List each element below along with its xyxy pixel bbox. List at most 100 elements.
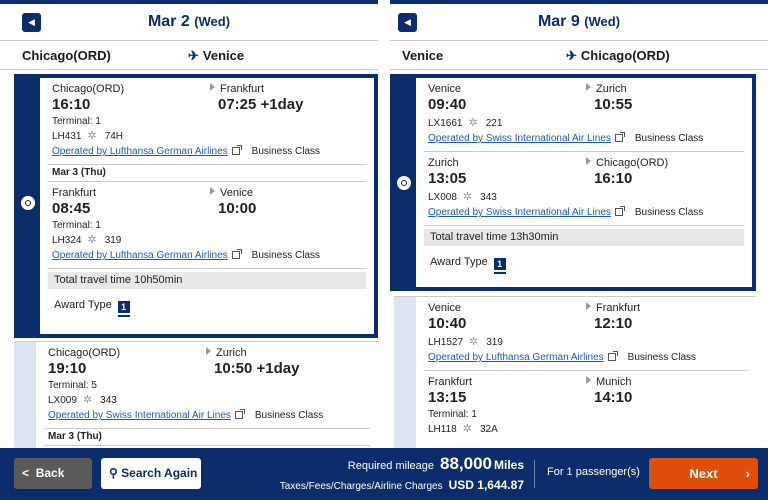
option-segments: Venice Frankfurt 10:40 12:10 LH1527 ✲ 319 Op… <box>416 297 756 443</box>
flight-info: LH324 ✲ 319 <box>52 234 122 246</box>
prev-date-button[interactable]: ◀ <box>398 13 417 32</box>
route-origin: Venice <box>402 48 444 63</box>
flight-segment: Zurich Chicago(ORD) 13:05 16:10 LX008 ✲ 343 … <box>424 152 744 226</box>
arrow-icon <box>586 302 591 310</box>
operator-link[interactable]: Operated by Swiss International Air Line… <box>48 410 231 421</box>
arrow-icon <box>586 83 591 91</box>
prev-date-button[interactable]: ◀ <box>22 13 41 32</box>
booking-footer: < Back ⚲ Search Again Required mileage 88… <box>0 448 768 500</box>
outbound-column: ◀ Mar 2 (Wed) ▶ Chicago(ORD) ✈Venice Chi… <box>0 0 378 448</box>
flight-option[interactable]: Venice Frankfurt 10:40 12:10 LH1527 ✲ 319 Op… <box>394 296 756 448</box>
arrow-icon <box>206 347 211 355</box>
award-type-badge: 1 <box>493 258 506 272</box>
search-icon: ⚲ <box>109 466 118 480</box>
star-alliance-icon: ✲ <box>462 423 472 435</box>
terminal: Terminal: 1 <box>428 409 477 420</box>
flight-info: LH118 ✲ 32A <box>428 423 498 435</box>
flight-option-selected[interactable]: Venice Zurich 09:40 10:55 LX1661 ✲ 221 Opera… <box>390 74 756 291</box>
option-segments: Chicago(ORD) Frankfurt 16:10 07:25 +1day T… <box>40 78 374 322</box>
departure-time: 08:45 <box>52 200 91 217</box>
next-button[interactable]: Next › <box>649 458 758 489</box>
return-date: Mar 9 (Wed) <box>537 13 621 30</box>
departure-time: 19:10 <box>48 360 87 377</box>
flight-option-selected[interactable]: Chicago(ORD) Frankfurt 16:10 07:25 +1day T… <box>14 74 378 338</box>
flight-segment: Venice Zurich 09:40 10:55 LX1661 ✲ 221 Opera… <box>424 78 744 152</box>
cabin-class: Business Class <box>627 352 697 363</box>
cabin-class: Business Class <box>251 146 321 157</box>
terminal: Terminal: 5 <box>48 380 97 391</box>
arrival-time: 10:55 <box>594 96 633 113</box>
departure-time: 09:40 <box>428 96 467 113</box>
cabin-class: Business Class <box>251 250 321 261</box>
cabin-class: Business Class <box>254 410 324 421</box>
total-travel-time: Total travel time 10h50min <box>48 272 366 289</box>
terminal: Terminal: 1 <box>52 220 101 231</box>
departure-time: 13:15 <box>428 389 467 406</box>
arrival-time: 10:50 +1day <box>214 360 300 377</box>
return-route: Venice ✈ Chicago(ORD) <box>390 40 768 70</box>
chevron-right-icon: › <box>745 466 750 481</box>
search-again-button[interactable]: ⚲ Search Again <box>101 458 201 489</box>
arrival-city: Chicago(ORD) <box>586 156 668 170</box>
flight-option[interactable]: Chicago(ORD) Zurich 19:10 10:50 +1day Term… <box>14 341 378 448</box>
arrival-time: 12:10 <box>594 315 633 332</box>
taxes-fees: Taxes/Fees/Charges/Airline Charges USD 1,… <box>279 478 524 492</box>
chevron-left-icon: < <box>22 466 30 480</box>
flight-info: LX008 ✲ 343 <box>428 191 497 203</box>
departure-city: Frankfurt <box>52 187 97 199</box>
flight-segment: Chicago(ORD) Frankfurt 16:10 07:25 +1day T… <box>48 78 366 165</box>
departure-time: 10:40 <box>428 315 467 332</box>
return-date-bar: ◀ Mar 9 (Wed) ▶ <box>390 6 768 38</box>
required-mileage: Required mileage 88,000 Miles <box>347 454 524 473</box>
award-type-badge: 1 <box>117 301 130 315</box>
flight-segment: Chicago(ORD) Zurich 19:10 10:50 +1day Term… <box>44 342 370 429</box>
operator-link[interactable]: Operated by Swiss International Air Line… <box>428 133 611 144</box>
operator-link[interactable]: Operated by Lufthansa German Airlines <box>52 146 228 157</box>
plane-icon: ✈ <box>188 48 199 63</box>
operator-link[interactable]: Operated by Swiss International Air Line… <box>428 207 611 218</box>
departure-city: Chicago(ORD) <box>52 83 125 95</box>
external-link-icon <box>607 351 618 361</box>
option-segments: Chicago(ORD) Zurich 19:10 10:50 +1day Term… <box>36 342 378 446</box>
back-button[interactable]: < Back <box>14 458 92 489</box>
outbound-date: Mar 2 (Wed) <box>147 13 231 30</box>
operator-link[interactable]: Operated by Lufthansa German Airlines <box>428 352 604 363</box>
arrival-city: Zurich <box>206 346 247 360</box>
departure-city: Venice <box>428 302 462 314</box>
departure-city: Frankfurt <box>428 376 473 388</box>
arrival-city: Frankfurt <box>586 301 640 315</box>
option-rail <box>14 342 36 448</box>
route-destination: ✈ Venice <box>188 48 245 63</box>
terminal: Terminal: 1 <box>52 116 101 127</box>
option-radio-selected[interactable] <box>397 176 411 190</box>
departure-city: Zurich <box>428 157 459 169</box>
operator-link[interactable]: Operated by Lufthansa German Airlines <box>52 250 228 261</box>
cabin-class: Business Class <box>634 207 704 218</box>
option-rail <box>394 297 416 448</box>
flight-info: LX009 ✲ 343 <box>48 394 117 406</box>
footer-divider <box>534 460 535 488</box>
arrow-icon <box>586 376 591 384</box>
total-travel-time: Total travel time 13h30min <box>424 229 744 246</box>
star-alliance-icon: ✲ <box>87 130 97 142</box>
flight-segment: Frankfurt Munich 13:15 14:10 Terminal: 1 L… <box>424 371 748 443</box>
outbound-date-bar: ◀ Mar 2 (Wed) ▶ <box>0 6 378 38</box>
option-radio-selected[interactable] <box>21 196 35 210</box>
flight-segment: Frankfurt Venice 08:45 10:00 Terminal: 1 L… <box>48 182 366 269</box>
segment-date-header: Mar 3 (Thu) <box>44 429 370 446</box>
cabin-class: Business Class <box>634 133 704 144</box>
option-rail <box>394 78 416 287</box>
flight-info: LH431 ✲ 74H <box>52 130 124 142</box>
plane-icon: ✈ <box>566 48 577 63</box>
departure-time: 13:05 <box>428 170 467 187</box>
segment-date-header: Mar 3 (Thu) <box>48 165 366 182</box>
arrival-time: 10:00 <box>218 200 257 217</box>
option-rail <box>18 78 40 334</box>
arrow-icon <box>586 157 591 165</box>
arrow-icon <box>210 83 215 91</box>
taxes-value: USD 1,644.87 <box>448 478 524 492</box>
star-alliance-icon: ✲ <box>469 336 479 348</box>
external-link-icon <box>231 145 242 155</box>
option-segments: Venice Zurich 09:40 10:55 LX1661 ✲ 221 Opera… <box>416 78 752 279</box>
external-link-icon <box>234 409 245 419</box>
